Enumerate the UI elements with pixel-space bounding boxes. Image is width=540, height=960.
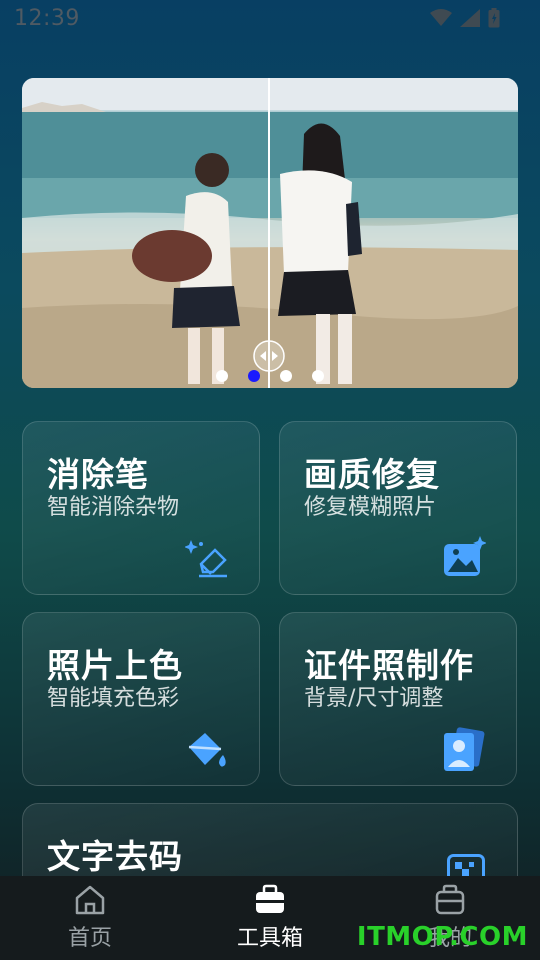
- carousel-dots: [216, 370, 324, 382]
- tab-label: 首页: [67, 926, 112, 951]
- bottom-tab-bar: 首页 工具箱 我的 ITMOP.COM: [0, 876, 540, 960]
- status-time: 12:39: [14, 6, 80, 31]
- tool-desc: 背景/尺寸调整: [304, 686, 444, 711]
- tab-toolbox[interactable]: 工具箱: [180, 876, 360, 960]
- tab-label: 工具箱: [236, 926, 303, 951]
- tool-title: 照片上色: [47, 646, 183, 685]
- toolbox-icon: [256, 884, 284, 913]
- tool-card-id-photo[interactable]: 证件照制作 背景/尺寸调整: [279, 612, 517, 786]
- tool-desc: 智能消除杂物: [47, 495, 180, 520]
- tool-desc: 智能填充色彩: [47, 686, 180, 711]
- signal-icon: [460, 9, 480, 27]
- status-icons: [430, 8, 500, 28]
- photo-enhance-icon: [444, 536, 486, 576]
- wifi-icon: [430, 9, 452, 26]
- banner-image: [22, 78, 518, 388]
- watermark-text: ITMOP.COM: [356, 922, 528, 952]
- tab-home[interactable]: 首页: [0, 876, 180, 960]
- carousel-dot[interactable]: [280, 370, 292, 382]
- status-bar: 12:39: [0, 0, 540, 40]
- tool-card-enhance[interactable]: 画质修复 修复模糊照片: [279, 421, 517, 595]
- home-icon: [75, 885, 105, 915]
- banner-carousel[interactable]: [22, 78, 518, 388]
- tool-desc: 修复模糊照片: [304, 495, 437, 520]
- battery-icon: [488, 8, 500, 28]
- paint-bucket-icon: [188, 733, 226, 767]
- carousel-dot[interactable]: [216, 370, 228, 382]
- id-photo-icon: [444, 727, 485, 771]
- profile-icon: [435, 884, 465, 915]
- tool-card-colorize[interactable]: 照片上色 智能填充色彩: [22, 612, 260, 786]
- carousel-dot-active[interactable]: [248, 370, 260, 382]
- tool-title: 证件照制作: [304, 646, 474, 685]
- carousel-dot[interactable]: [312, 370, 324, 382]
- tool-card-eraser[interactable]: 消除笔 智能消除杂物: [22, 421, 260, 595]
- tool-title: 文字去码: [47, 837, 183, 876]
- tool-title: 消除笔: [47, 455, 149, 494]
- eraser-icon: [185, 540, 227, 578]
- tool-title: 画质修复: [304, 455, 440, 494]
